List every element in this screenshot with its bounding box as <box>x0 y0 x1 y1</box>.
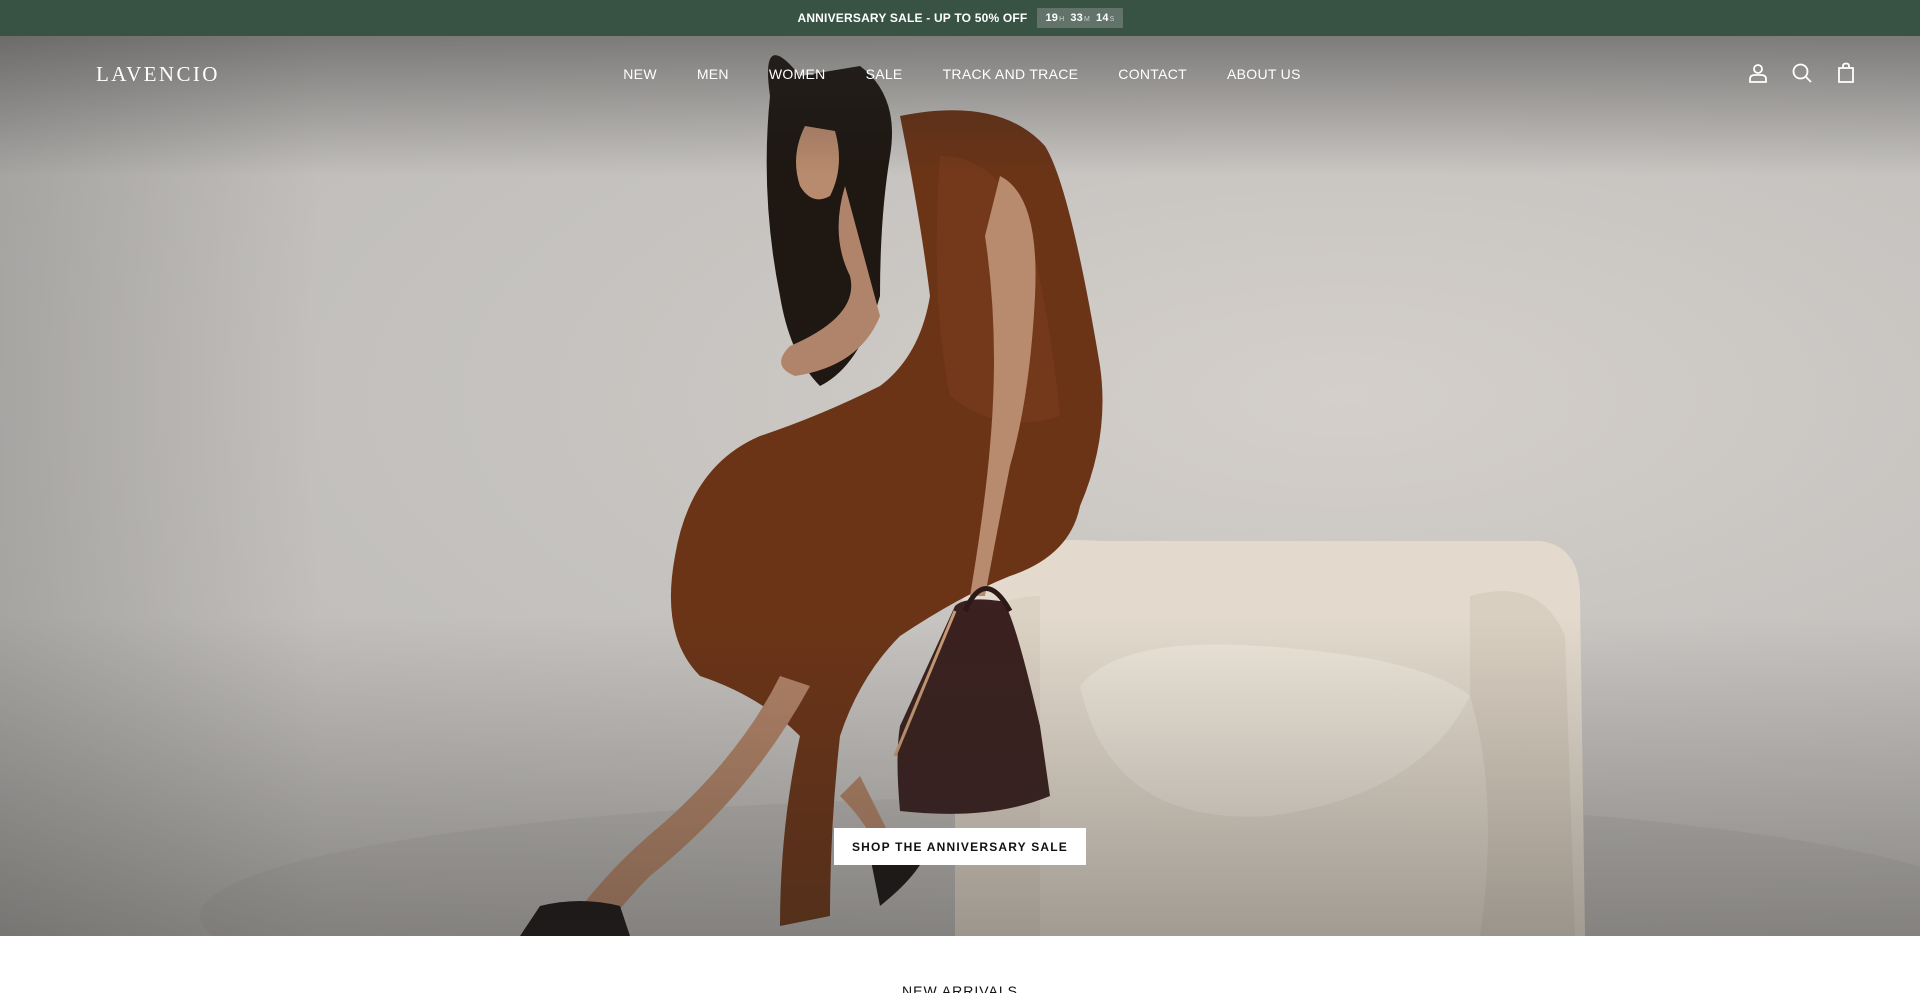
countdown-hours: 19 H <box>1045 12 1065 24</box>
account-icon[interactable] <box>1746 61 1770 85</box>
countdown-timer: 19 H 33 M 14 S <box>1037 8 1123 28</box>
main-nav: NEW MEN WOMEN SALE TRACK AND TRACE CONTA… <box>0 36 1920 112</box>
shop-anniversary-sale-button[interactable]: SHOP THE ANNIVERSARY SALE <box>834 828 1086 865</box>
nav-item-track-and-trace[interactable]: TRACK AND TRACE <box>943 66 1079 82</box>
site-header: LAVENCIO NEW MEN WOMEN SALE TRACK AND TR… <box>0 36 1920 112</box>
hero-shade <box>0 616 1920 936</box>
cart-icon[interactable] <box>1834 61 1858 85</box>
countdown-seconds: 14 S <box>1096 12 1115 24</box>
nav-item-new[interactable]: NEW <box>623 66 657 82</box>
new-arrivals-heading: NEW ARRIVALS <box>902 983 1018 993</box>
announcement-text: ANNIVERSARY SALE - UP TO 50% OFF <box>797 11 1028 25</box>
nav-item-about-us[interactable]: ABOUT US <box>1227 66 1301 82</box>
nav-item-men[interactable]: MEN <box>697 66 729 82</box>
nav-item-contact[interactable]: CONTACT <box>1118 66 1187 82</box>
search-icon[interactable] <box>1790 61 1814 85</box>
nav-item-sale[interactable]: SALE <box>866 66 903 82</box>
header-actions <box>1746 61 1858 85</box>
nav-item-women[interactable]: WOMEN <box>769 66 826 82</box>
site-logo[interactable]: LAVENCIO <box>96 62 220 87</box>
hero-banner[interactable] <box>0 36 1920 936</box>
announcement-bar: ANNIVERSARY SALE - UP TO 50% OFF 19 H 33… <box>0 0 1920 36</box>
countdown-minutes: 33 M <box>1070 12 1091 24</box>
